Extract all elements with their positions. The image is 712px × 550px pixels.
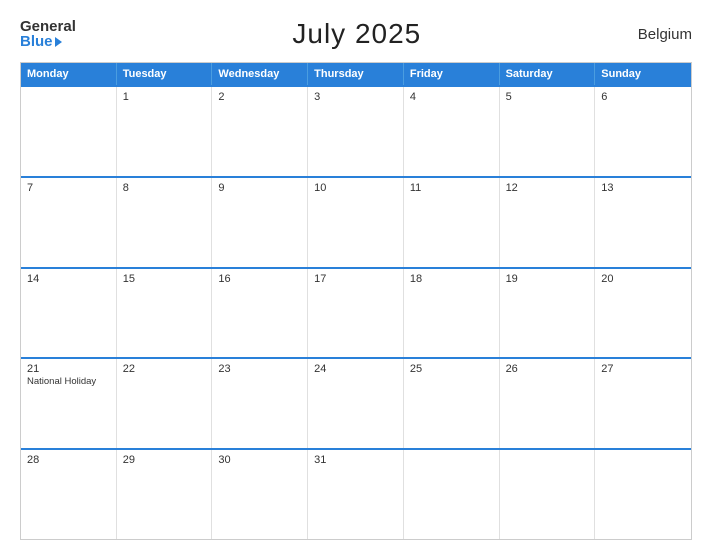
col-wednesday: Wednesday	[212, 63, 308, 85]
cell-w1-fri: 4	[404, 87, 500, 176]
col-thursday: Thursday	[308, 63, 404, 85]
cell-w4-tue: 22	[117, 359, 213, 448]
cell-w2-tue: 8	[117, 178, 213, 267]
col-saturday: Saturday	[500, 63, 596, 85]
cell-w5-mon: 28	[21, 450, 117, 539]
cell-w5-thu: 31	[308, 450, 404, 539]
cell-w5-wed: 30	[212, 450, 308, 539]
cell-w2-fri: 11	[404, 178, 500, 267]
logo: General Blue	[20, 19, 76, 49]
calendar: Monday Tuesday Wednesday Thursday Friday…	[20, 62, 692, 540]
cell-w4-thu: 24	[308, 359, 404, 448]
week-5: 28 29 30 31	[21, 448, 691, 539]
cell-w1-tue: 1	[117, 87, 213, 176]
week-1: 1 2 3 4 5 6	[21, 85, 691, 176]
logo-triangle-icon	[55, 37, 62, 47]
cell-w5-sat	[500, 450, 596, 539]
cell-w5-sun	[595, 450, 691, 539]
calendar-title: July 2025	[292, 18, 421, 50]
cell-w3-sun: 20	[595, 269, 691, 358]
calendar-body: 1 2 3 4 5 6 7 8 9 10 11 12 13 14 15 16	[21, 85, 691, 539]
cell-w4-mon: 21 National Holiday	[21, 359, 117, 448]
cell-w4-wed: 23	[212, 359, 308, 448]
col-monday: Monday	[21, 63, 117, 85]
cell-w2-mon: 7	[21, 178, 117, 267]
col-friday: Friday	[404, 63, 500, 85]
col-tuesday: Tuesday	[117, 63, 213, 85]
cell-w2-wed: 9	[212, 178, 308, 267]
cell-w2-sat: 12	[500, 178, 596, 267]
cell-w3-thu: 17	[308, 269, 404, 358]
cell-w2-thu: 10	[308, 178, 404, 267]
cell-w3-tue: 15	[117, 269, 213, 358]
cell-w1-sat: 5	[500, 87, 596, 176]
cell-w4-sun: 27	[595, 359, 691, 448]
col-sunday: Sunday	[595, 63, 691, 85]
logo-general-text: General	[20, 19, 76, 34]
cell-w3-fri: 18	[404, 269, 500, 358]
logo-blue-text: Blue	[20, 34, 76, 49]
cell-w1-sun: 6	[595, 87, 691, 176]
cell-w3-sat: 19	[500, 269, 596, 358]
cell-w4-sat: 26	[500, 359, 596, 448]
cell-w3-wed: 16	[212, 269, 308, 358]
cell-w5-fri	[404, 450, 500, 539]
week-3: 14 15 16 17 18 19 20	[21, 267, 691, 358]
cell-w5-tue: 29	[117, 450, 213, 539]
week-2: 7 8 9 10 11 12 13	[21, 176, 691, 267]
cell-w3-mon: 14	[21, 269, 117, 358]
cell-w1-thu: 3	[308, 87, 404, 176]
page: General Blue July 2025 Belgium Monday Tu…	[0, 0, 712, 550]
cell-w4-fri: 25	[404, 359, 500, 448]
header: General Blue July 2025 Belgium	[20, 18, 692, 50]
cell-w1-mon	[21, 87, 117, 176]
calendar-header: Monday Tuesday Wednesday Thursday Friday…	[21, 63, 691, 85]
cell-w1-wed: 2	[212, 87, 308, 176]
country-label: Belgium	[638, 26, 692, 43]
week-4: 21 National Holiday 22 23 24 25 26 27	[21, 357, 691, 448]
cell-w2-sun: 13	[595, 178, 691, 267]
